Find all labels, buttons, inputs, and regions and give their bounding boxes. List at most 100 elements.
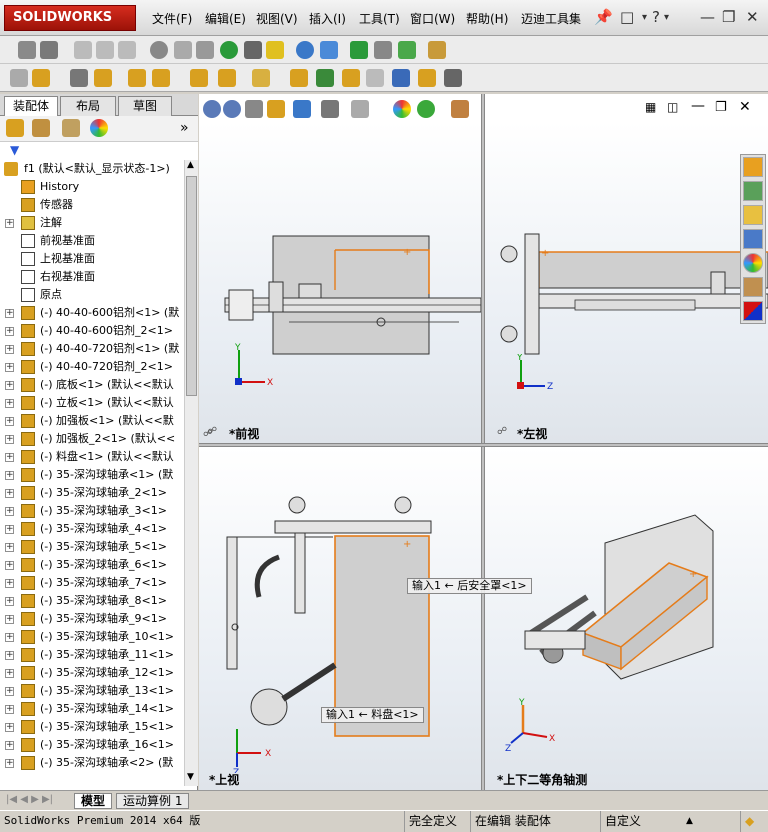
expand-toggle-icon[interactable]: + [5,543,14,552]
appearances-icon[interactable] [743,253,763,273]
tree-filter[interactable]: ▼ [0,142,198,160]
view-component-icon[interactable] [152,69,170,87]
tab-assembly[interactable]: 装配体 [4,96,58,117]
restore-icon[interactable]: ❐ [722,8,735,26]
viewport-close-icon[interactable]: ✕ [739,99,751,115]
section-view-icon[interactable] [267,100,285,118]
component-icon[interactable] [118,41,136,59]
configurationmanager-icon[interactable] [62,119,80,137]
hide-show-items-icon[interactable] [351,100,369,118]
sketch-icon[interactable] [252,69,270,87]
menu-help[interactable]: 帮助(H) [466,10,508,27]
viewport-restore-icon[interactable]: ❐ [715,100,727,115]
menu-insert[interactable]: 插入(I) [309,10,346,27]
location-icon[interactable] [220,41,238,59]
options-icon[interactable] [428,41,446,59]
units-dropdown-icon[interactable]: ▲ [682,811,693,832]
interference-check-icon[interactable] [296,41,314,59]
expand-toggle-icon[interactable]: + [5,759,14,768]
displaymanager-icon[interactable] [90,119,108,137]
viewport-link-icon[interactable]: ▦ [645,100,656,114]
mate-callout-rear-guard[interactable]: 输入1 ← 后安全罩<1> [407,578,532,594]
tab-scroll-icons[interactable]: |◀ ◀ ▶ ▶| [6,794,53,805]
tab-motion-study-1[interactable]: 运动算例 1 [116,793,190,809]
snap-icon[interactable] [366,69,384,87]
minimize-icon[interactable]: — [700,8,715,26]
paperclip-icon[interactable] [70,69,88,87]
filter-icon[interactable]: ▼ [10,143,19,157]
featuremanager-tree-icon[interactable] [6,119,24,137]
bill-of-materials-icon[interactable] [444,69,462,87]
display-style-icon[interactable] [321,100,339,118]
smart-fasteners-icon[interactable] [174,41,192,59]
expand-toggle-icon[interactable]: + [5,741,14,750]
tab-model[interactable]: 模型 [74,793,113,809]
viewport-split-icon[interactable]: ◫ [667,100,678,114]
previous-view-icon[interactable] [245,100,263,118]
custom-properties-icon[interactable] [743,277,763,297]
assembly-display-icon[interactable] [218,69,236,87]
expand-toggle-icon[interactable]: + [5,363,14,372]
view-palette-icon[interactable] [743,229,763,249]
expand-toggle-icon[interactable]: + [5,669,14,678]
expand-toggle-icon[interactable]: + [5,705,14,714]
expand-toggle-icon[interactable]: + [5,651,14,660]
tree-scrollbar-thumb[interactable] [186,176,197,396]
dropdown-arrow-icon[interactable]: ▾ [642,12,647,23]
zoom-to-fit-icon[interactable] [203,100,221,118]
tab-layout[interactable]: 布局 [60,96,116,116]
expand-toggle-icon[interactable]: + [5,489,14,498]
view-orientation-icon[interactable] [293,100,311,118]
mate-tools-icon[interactable] [94,69,112,87]
expand-toggle-icon[interactable]: + [5,435,14,444]
viewport-vertical-splitter[interactable] [481,94,485,790]
viewport-left[interactable]: + Y Z ☍ *左视 [485,122,768,443]
expand-toggle-icon[interactable]: + [5,471,14,480]
solidworks-forum-icon[interactable] [743,301,763,321]
home-icon[interactable] [743,157,763,177]
viewport-top[interactable]: + X Z 输入1 ← 料盘<1> *上视 [199,447,481,790]
expand-toggle-icon[interactable]: + [5,687,14,696]
scroll-down-icon[interactable]: ▼ [187,772,194,782]
solidworks-logo[interactable]: SOLIDWORKS [4,5,136,31]
measure-icon[interactable] [320,41,338,59]
expand-toggle-icon[interactable]: + [5,525,14,534]
front-collapse-icon[interactable]: ☍ [203,428,213,439]
pin-icon[interactable]: 📌 [594,8,613,26]
menu-window[interactable]: 窗口(W) [410,10,455,27]
viewport-minimize-icon[interactable]: — [691,98,705,114]
smart-dimension-icon[interactable] [40,41,58,59]
help-dropdown-icon[interactable]: ▾ [664,12,669,23]
reference-geometry-icon[interactable] [266,41,284,59]
tab-sketch[interactable]: 草图 [118,96,172,116]
motion-study-icon[interactable] [316,69,334,87]
propertymanager-icon[interactable] [32,119,50,137]
zoom-to-area-icon[interactable] [223,100,241,118]
expand-toggle-icon[interactable]: + [5,723,14,732]
expand-toggle-icon[interactable]: + [5,345,14,354]
new-part-icon[interactable] [32,69,50,87]
expand-chevron-icon[interactable]: » [180,120,189,136]
menu-tools[interactable]: 工具(T) [359,10,400,27]
expand-toggle-icon[interactable]: + [5,453,14,462]
expand-toggle-icon[interactable]: + [5,327,14,336]
expand-toggle-icon[interactable]: + [5,381,14,390]
expand-toggle-icon[interactable]: + [5,219,14,228]
assembly-feature-icon[interactable] [96,41,114,59]
help-icon[interactable]: ? [652,8,660,26]
insert-component-icon[interactable] [10,69,28,87]
menu-view[interactable]: 视图(V) [256,10,298,27]
viewport-horizontal-splitter[interactable] [199,443,768,447]
rebuild-status-icon[interactable]: ◆ [740,811,766,832]
design-library-icon[interactable] [743,181,763,201]
graphics-area[interactable]: ▦ ◫ — ❐ ✕ + Y X ☍ *前视 + Y Z ☍ *左视 + X Z … [199,94,768,790]
new-document-icon[interactable]: □ [620,8,634,26]
view-settings-icon[interactable] [451,100,469,118]
close-icon[interactable]: ✕ [746,8,759,26]
expand-toggle-icon[interactable]: + [5,561,14,570]
gear-icon[interactable] [290,69,308,87]
menu-edit[interactable]: 编辑(E) [205,10,246,27]
mate-callout-tray[interactable]: 输入1 ← 料盘<1> [321,707,424,723]
expand-toggle-icon[interactable]: + [5,615,14,624]
save-icon[interactable] [398,41,416,59]
